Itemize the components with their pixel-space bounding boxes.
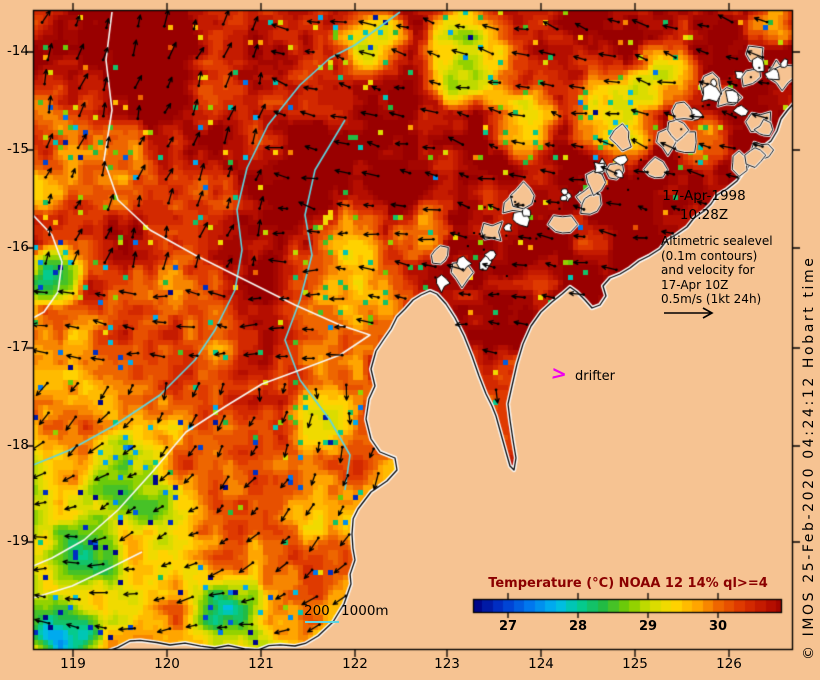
lon-tick-label: 122	[342, 656, 368, 672]
copyright-text: © IMOS 25-Feb-2020 04:24:12 Hobart time	[801, 255, 817, 660]
colorbar-tick-label: 28	[568, 619, 588, 634]
lat-tick-label: -19	[6, 533, 29, 549]
drifter-marker-icon[interactable]: >	[550, 362, 568, 386]
lon-tick-label: 123	[434, 656, 460, 672]
lon-tick-label: 124	[528, 656, 554, 672]
map-date: 17-Apr-1998	[662, 188, 746, 204]
lat-tick-label: -15	[6, 141, 29, 157]
altimetry-annotation: Altimetric sealevel (0.1m contours) and ve…	[661, 234, 773, 307]
map-time: 10:28Z	[679, 207, 729, 223]
lon-tick-label: 126	[716, 656, 742, 672]
lat-tick-label: -18	[6, 437, 29, 453]
drifter-label: drifter	[575, 369, 615, 384]
lon-tick-label: 121	[248, 656, 274, 672]
colorbar-title: Temperature (°C) NOAA 12 14% ql>=4	[488, 576, 768, 591]
velocity-scale-arrow	[664, 307, 714, 319]
annotation-line: (0.1m contours)	[661, 248, 758, 263]
bathymetry-legend-label: 200 1000m	[304, 603, 389, 619]
annotation-line: and velocity for	[661, 263, 755, 278]
timestamp-block: 17-Apr-1998 10:28Z	[645, 187, 763, 225]
bathymetry-legend-line	[305, 621, 339, 623]
lat-tick-label: -14	[6, 43, 29, 59]
lon-tick-label: 120	[154, 656, 180, 672]
annotation-line: 17-Apr 10Z	[661, 277, 729, 292]
colorbar-tick-label: 29	[638, 619, 658, 634]
lat-tick-label: -16	[6, 239, 29, 255]
lon-tick-label: 119	[60, 656, 86, 672]
lon-tick-label: 125	[622, 656, 648, 672]
colorbar-tick-label: 27	[498, 619, 518, 634]
annotation-line: Altimetric sealevel	[661, 234, 773, 248]
lat-tick-label: -17	[6, 339, 29, 355]
figure: 17-Apr-1998 10:28Z Altimetric sealevel (0…	[0, 0, 820, 680]
colorbar-tick-label: 30	[708, 619, 728, 634]
